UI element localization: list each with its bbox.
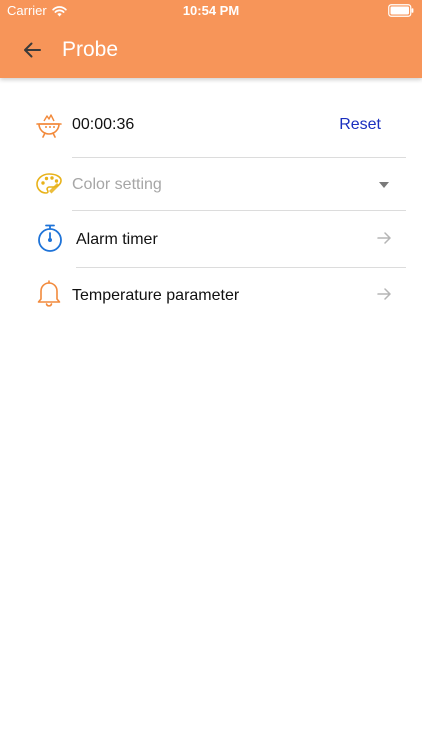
stopwatch-icon	[35, 223, 65, 253]
probe-screen: Carrier 10:54 PM Probe 00:00:36 Reset Co…	[0, 0, 422, 750]
arrow-right-icon	[377, 288, 391, 300]
status-bar: Carrier 10:54 PM	[0, 0, 422, 22]
bell-icon	[34, 278, 64, 308]
color-setting-label: Color setting	[72, 176, 162, 193]
palette-icon	[34, 169, 64, 199]
temperature-parameter-label: Temperature parameter	[72, 287, 240, 304]
probe-timer-row: 00:00:36 Reset	[0, 97, 422, 153]
color-setting-row[interactable]: Color setting	[0, 157, 422, 213]
battery-icon	[388, 4, 414, 17]
back-button[interactable]	[18, 36, 46, 64]
nav-bar: Probe	[0, 22, 422, 78]
reset-button[interactable]: Reset	[339, 116, 381, 134]
arrow-right-icon	[377, 232, 391, 244]
status-time: 10:54 PM	[182, 3, 240, 18]
grill-icon	[34, 110, 64, 140]
app-header: Carrier 10:54 PM Probe	[0, 0, 422, 78]
arrow-left-icon	[24, 42, 41, 58]
alarm-timer-row[interactable]: Alarm timer	[0, 211, 422, 267]
alarm-timer-label: Alarm timer	[76, 231, 158, 248]
timer-value: 00:00:36	[72, 116, 135, 133]
dropdown-triangle-icon	[379, 182, 389, 188]
temperature-parameter-row[interactable]: Temperature parameter	[0, 267, 422, 323]
page-title: Probe	[62, 38, 119, 61]
